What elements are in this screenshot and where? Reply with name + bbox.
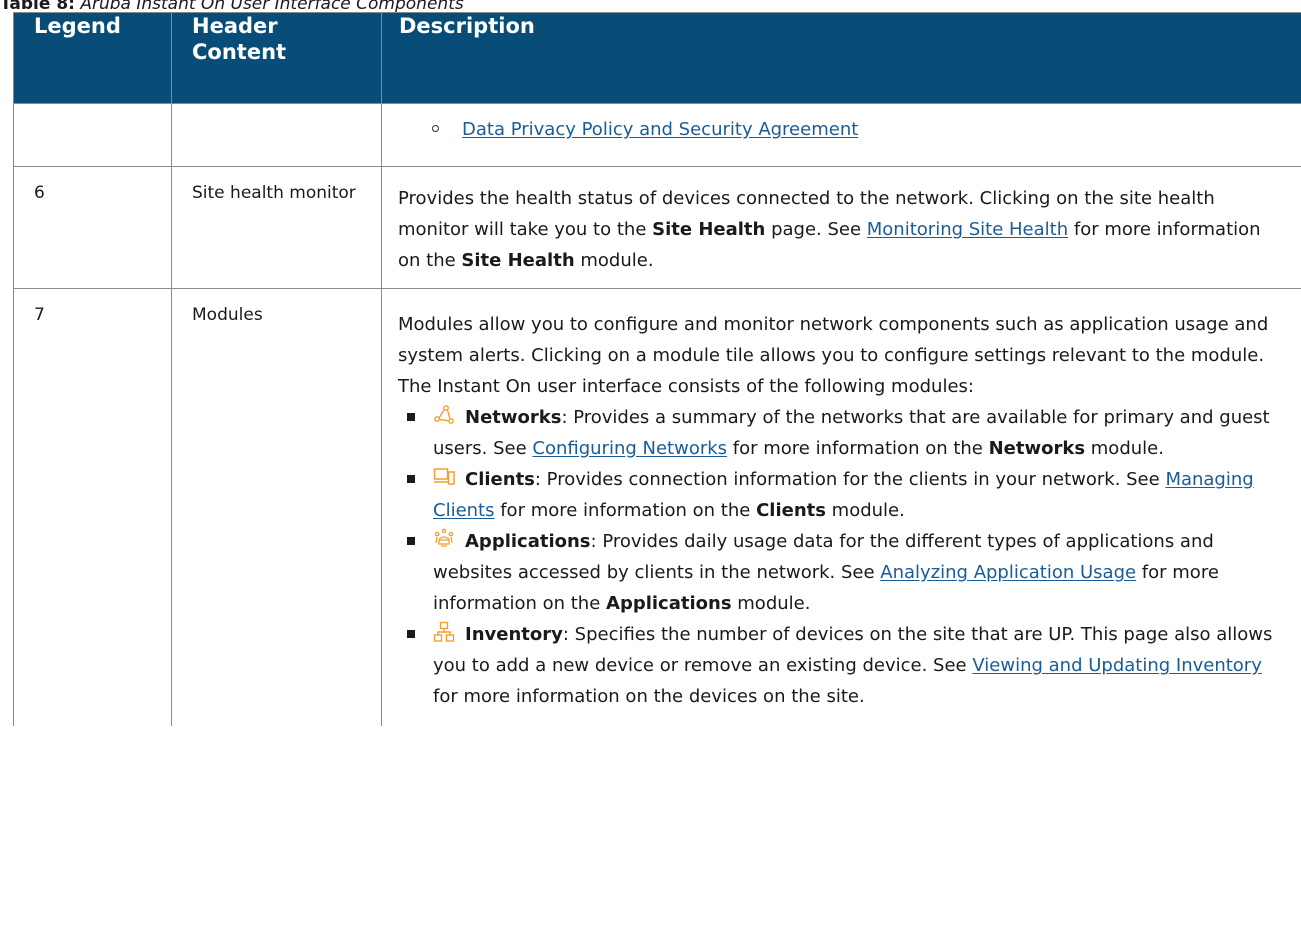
ui-components-table: Legend Header Content Description Data P…	[13, 12, 1301, 726]
module-text: for more information on the	[494, 500, 757, 521]
module-bold: Applications	[606, 593, 732, 614]
modules-intro: Modules allow you to configure and monit…	[398, 314, 1269, 397]
column-header-legend: Legend	[13, 12, 172, 104]
clients-icon	[433, 468, 455, 485]
description-cell: Modules allow you to configure and monit…	[381, 288, 1301, 726]
inventory-icon	[433, 621, 455, 642]
configuring-networks-link[interactable]: Configuring Networks	[532, 438, 727, 459]
description-cell: Provides the health status of devices co…	[381, 166, 1301, 289]
module-item-applications: Applications: Provides daily usage data …	[398, 526, 1285, 619]
table-caption: Table 8: Aruba Instant On User Interface…	[0, 0, 464, 14]
module-item-networks: Networks: Provides a summary of the netw…	[398, 402, 1285, 464]
legend-cell	[13, 103, 172, 167]
header-content-cell: Modules	[171, 288, 382, 726]
legend-cell: 7	[13, 288, 172, 726]
module-name: Networks	[465, 407, 562, 428]
networks-icon	[434, 405, 454, 424]
legend-cell: 6	[13, 166, 172, 289]
data-privacy-link[interactable]: Data Privacy Policy and Security Agreeme…	[462, 119, 858, 140]
header-content-cell: Site health monitor	[171, 166, 382, 289]
sub-bullet-list: Data Privacy Policy and Security Agreeme…	[398, 114, 1285, 145]
description-cell: Data Privacy Policy and Security Agreeme…	[381, 103, 1301, 167]
module-text: module.	[1085, 438, 1164, 459]
module-text: module.	[731, 593, 811, 614]
module-name: Inventory	[465, 624, 563, 645]
column-header-content: Header Content	[171, 12, 382, 104]
viewing-updating-inventory-link[interactable]: Viewing and Updating Inventory	[972, 655, 1262, 676]
analyzing-application-usage-link[interactable]: Analyzing Application Usage	[880, 562, 1136, 583]
module-item-inventory: Inventory: Specifies the number of devic…	[398, 619, 1285, 712]
module-name: Applications	[465, 531, 591, 552]
table-header-row: Legend Header Content Description	[13, 12, 1301, 104]
module-text: for more information on the	[727, 438, 989, 459]
table-row: 6 Site health monitor Provides the healt…	[13, 166, 1301, 289]
module-text: : Provides connection information for th…	[534, 469, 1166, 490]
module-bold: Clients	[756, 500, 826, 521]
module-text: module.	[825, 500, 905, 521]
module-item-clients: Clients: Provides connection information…	[398, 464, 1285, 526]
table-row: Data Privacy Policy and Security Agreeme…	[13, 103, 1301, 167]
table-row: 7 Modules Modules allow you to configure…	[13, 288, 1301, 726]
header-content-cell	[171, 103, 382, 167]
desc-bold: Site Health	[652, 219, 766, 240]
applications-icon	[434, 528, 454, 547]
column-header-description: Description	[381, 12, 1301, 104]
desc-text: module.	[574, 250, 654, 271]
desc-bold: Site Health	[461, 250, 575, 271]
module-name: Clients	[465, 469, 535, 490]
list-item: Data Privacy Policy and Security Agreeme…	[432, 114, 1285, 145]
module-text: for more information on the devices on t…	[433, 686, 865, 707]
modules-list: Networks: Provides a summary of the netw…	[398, 402, 1285, 712]
monitoring-site-health-link[interactable]: Monitoring Site Health	[867, 219, 1068, 240]
desc-text: page. See	[765, 219, 867, 240]
module-bold: Networks	[988, 438, 1086, 459]
